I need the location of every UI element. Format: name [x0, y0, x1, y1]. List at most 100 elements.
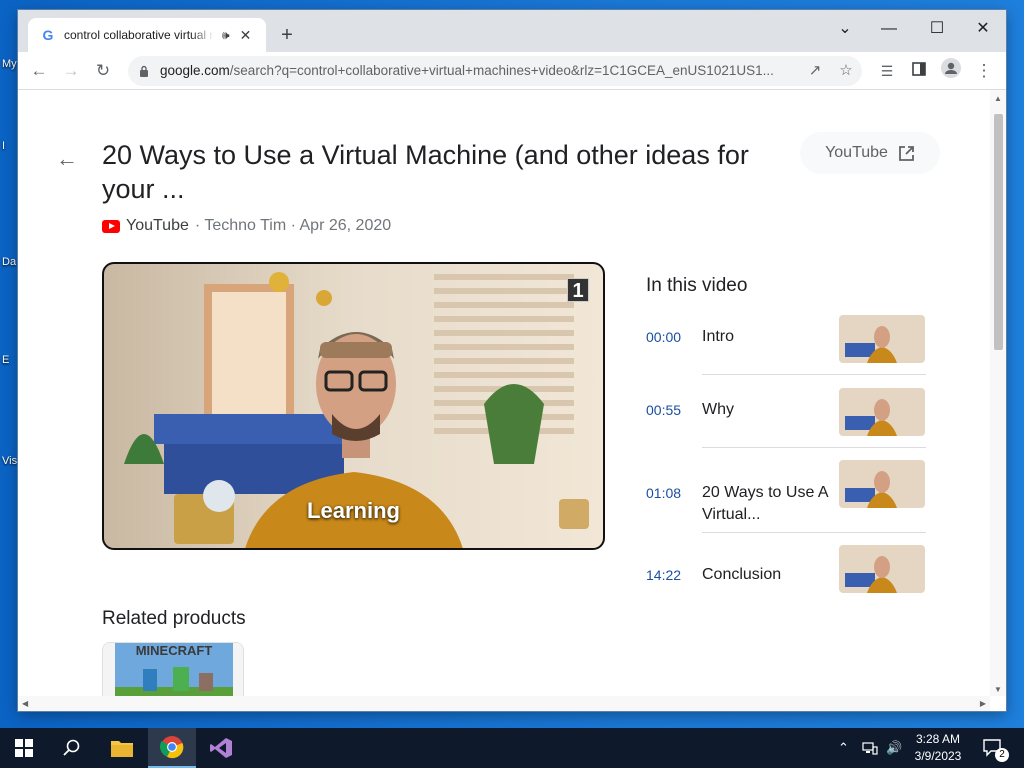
product-art-text: MINECRAFT	[136, 643, 213, 658]
youtube-logo-icon	[102, 219, 120, 233]
profile-avatar[interactable]	[938, 58, 964, 84]
reload-button[interactable]: ↻	[90, 58, 116, 84]
google-favicon-icon: G	[42, 27, 54, 43]
page-content: ← 20 Ways to Use a Virtual Machine (and …	[18, 90, 1006, 711]
show-hidden-icons[interactable]: ⌃	[838, 728, 849, 768]
chapter-time[interactable]: 01:08	[646, 485, 681, 501]
chapter-label[interactable]: Intro	[702, 326, 828, 348]
visual-studio-button[interactable]	[197, 728, 245, 768]
source-details: · Techno Tim · Apr 26, 2020	[194, 217, 392, 234]
media-controls-icon[interactable]: ☰	[874, 58, 900, 84]
thumb-frame	[839, 545, 925, 593]
thumb-frame	[839, 315, 925, 363]
video-title[interactable]: 20 Ways to Use a Virtual Machine (and ot…	[102, 138, 762, 206]
network-shape	[862, 742, 878, 755]
chapter-divider	[646, 532, 926, 533]
system-clock[interactable]: 3:28 AM 3/9/2023	[906, 731, 970, 765]
tab-title: control collaborative virtual machines v…	[64, 28, 214, 42]
divider-line	[702, 374, 926, 375]
scroll-up-icon[interactable]: ▲	[994, 94, 1002, 103]
maximize-button[interactable]: ☐	[922, 16, 952, 42]
horizontal-scrollbar[interactable]: ◀ ▶	[18, 696, 990, 711]
more-menu-icon[interactable]: ⋮	[971, 58, 997, 84]
scroll-down-icon[interactable]: ▼	[994, 685, 1002, 694]
chapter-item[interactable]: 01:08 20 Ways to Use A Virtual...	[646, 460, 926, 534]
bookmark-star-icon[interactable]: ☆	[835, 60, 857, 82]
windows-logo-icon	[15, 739, 33, 757]
chapter-divider	[646, 374, 926, 375]
thumb-frame	[839, 388, 925, 436]
notifications-button[interactable]: 2	[982, 728, 1009, 768]
speaker-icon[interactable]: 🕪	[222, 28, 230, 43]
video-source: YouTube · Techno Tim · Apr 26, 2020	[102, 217, 391, 235]
file-explorer-button[interactable]	[98, 728, 146, 768]
chapters-heading: In this video	[646, 275, 748, 296]
notification-count: 2	[995, 748, 1009, 762]
source-site[interactable]: YouTube	[126, 217, 189, 235]
close-window-button[interactable]: ✕	[968, 16, 998, 42]
desktop-icon-label[interactable]: Vis	[2, 455, 17, 467]
divider-line	[702, 532, 926, 533]
thumb-frame	[839, 460, 925, 508]
tab-search-chevron-icon[interactable]: ⌄	[830, 16, 860, 42]
close-tab-icon[interactable]: ✕	[240, 27, 252, 44]
side-panel-icon[interactable]	[906, 58, 932, 84]
chapter-thumbnail[interactable]	[839, 388, 925, 436]
clock-time: 3:28 AM	[915, 732, 961, 746]
new-tab-button[interactable]: +	[276, 24, 298, 46]
search-button[interactable]	[48, 728, 96, 768]
chrome-button[interactable]	[148, 728, 196, 768]
chapter-item[interactable]: 14:22 Conclusion	[646, 545, 926, 605]
search-icon	[63, 739, 80, 756]
chapter-thumbnail[interactable]	[839, 460, 925, 508]
tab-strip: G control collaborative virtual machines…	[18, 10, 1006, 52]
chapter-time[interactable]: 14:22	[646, 567, 681, 583]
visual-studio-icon	[210, 738, 232, 758]
browser-toolbar: ← → ↻ google.com/search?q=control+collab…	[18, 52, 1006, 90]
scrollbar-thumb[interactable]	[994, 114, 1003, 350]
browser-tab[interactable]: G control collaborative virtual machines…	[28, 18, 266, 52]
back-button[interactable]: ←	[26, 58, 52, 84]
chapter-thumbnail[interactable]	[839, 315, 925, 363]
share-icon[interactable]: ↗	[804, 60, 826, 82]
channel-badge: 1	[567, 278, 589, 302]
url-text[interactable]: google.com/search?q=control+collaborativ…	[160, 63, 796, 78]
browser-window: G control collaborative virtual machines…	[18, 10, 1006, 711]
video-player[interactable]: 1 Learning	[102, 262, 605, 550]
minimize-button[interactable]: —	[874, 16, 904, 42]
open-youtube-button[interactable]: YouTube	[800, 132, 940, 174]
desktop-icon-label[interactable]: Da	[2, 256, 16, 268]
desktop-icon-label[interactable]: I	[2, 140, 5, 152]
chapter-time[interactable]: 00:00	[646, 329, 681, 345]
chapter-label[interactable]: Conclusion	[702, 564, 828, 586]
open-youtube-label: YouTube	[825, 144, 888, 161]
taskbar: ⌃ 🔊 3:28 AM 3/9/2023 2	[0, 728, 1024, 768]
vertical-scrollbar[interactable]: ▲ ▼	[990, 90, 1006, 696]
network-icon[interactable]	[862, 728, 878, 768]
chapter-item[interactable]: 00:00 Intro	[646, 315, 926, 375]
chapter-label[interactable]: 20 Ways to Use A Virtual...	[702, 482, 828, 526]
scroll-left-icon[interactable]: ◀	[22, 699, 28, 708]
clock-date: 3/9/2023	[914, 749, 962, 763]
chapter-time[interactable]: 00:55	[646, 402, 681, 418]
start-button[interactable]	[0, 728, 48, 768]
back-arrow-icon[interactable]: ←	[56, 146, 78, 172]
chapter-label[interactable]: Why	[702, 399, 828, 421]
side-panel-shape	[912, 62, 926, 76]
divider-line	[702, 447, 926, 448]
chrome-icon	[160, 736, 184, 759]
desktop-icon-label[interactable]: E	[2, 354, 9, 366]
lock-icon[interactable]	[139, 65, 149, 77]
scroll-right-icon[interactable]: ▶	[980, 699, 986, 708]
profile-icon	[941, 58, 961, 78]
related-products-heading: Related products	[102, 608, 246, 629]
chapter-thumbnail[interactable]	[839, 545, 925, 593]
volume-icon[interactable]: 🔊	[886, 728, 902, 768]
forward-button[interactable]: →	[58, 58, 84, 84]
chapter-divider	[646, 447, 926, 448]
desktop-icon-label[interactable]: My	[2, 58, 17, 70]
address-bar[interactable]: google.com/search?q=control+collaborativ…	[128, 56, 862, 86]
chapter-item[interactable]: 00:55 Why	[646, 388, 926, 448]
folder-icon	[111, 741, 133, 757]
open-external-icon	[899, 145, 914, 161]
